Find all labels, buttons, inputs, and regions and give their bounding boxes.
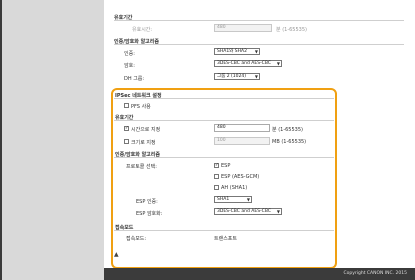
dh-group-select-value: 그룹 2 (1024)	[217, 74, 246, 79]
lifetime-unit: 분 (1-65535)	[276, 27, 307, 33]
lifetime-label: 유효시간:	[132, 27, 153, 33]
chevron-down-icon: ▼	[254, 74, 258, 79]
enc-label: 암호:	[124, 63, 135, 69]
copyright-text: Copyright CANON INC. 2015	[343, 271, 408, 276]
auth-label: 인증:	[124, 51, 135, 57]
highlight-frame	[111, 88, 337, 269]
dh-group-label: DH 그룹:	[124, 76, 145, 82]
divider	[114, 44, 404, 45]
chevron-down-icon: ▼	[254, 49, 258, 54]
enc-select-value: 3DES-CBC and AES-CBC	[217, 61, 271, 66]
divider	[114, 20, 404, 21]
up-arrow-icon[interactable]: ▲	[114, 251, 119, 258]
chevron-down-icon: ▼	[276, 61, 280, 66]
page: 유효기간 유효시간: 480 분 (1-65535) 인증/암호화 알고리즘 인…	[0, 0, 415, 280]
auth-select-value: SHA1와 SHA2	[217, 49, 247, 54]
dh-group-select[interactable]: 그룹 2 (1024) ▼	[214, 73, 260, 80]
footer-bar: Copyright CANON INC. 2015	[104, 268, 415, 280]
lifetime-input[interactable]: 480	[214, 24, 272, 32]
auth-select[interactable]: SHA1와 SHA2 ▼	[214, 48, 260, 55]
enc-select[interactable]: 3DES-CBC and AES-CBC ▼	[214, 60, 282, 67]
left-dark-bar	[0, 0, 2, 280]
